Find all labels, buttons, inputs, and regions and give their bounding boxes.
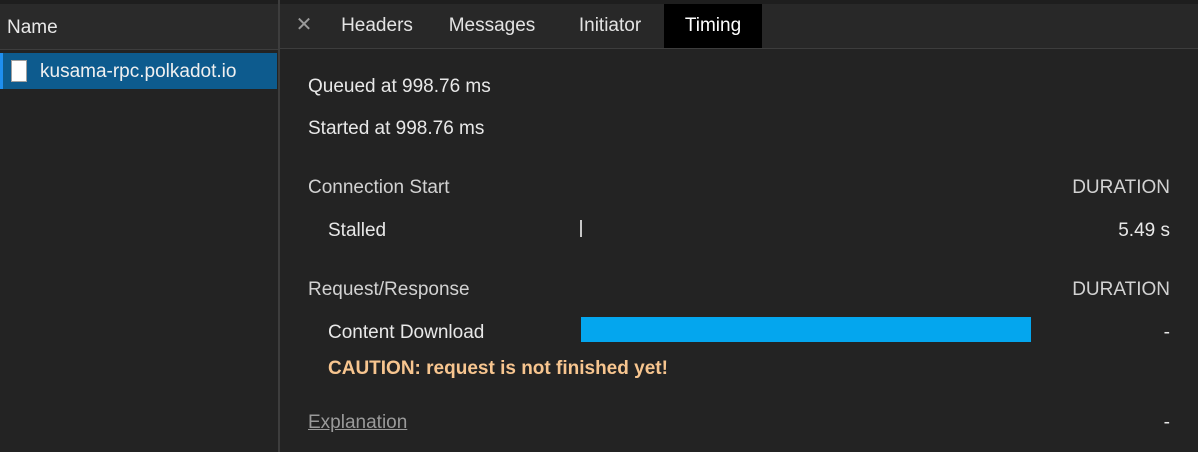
- request-list-panel: Name kusama-rpc.polkadot.io: [0, 0, 278, 452]
- started-at-text: Started at 998.76 ms: [308, 118, 485, 139]
- tab-headers[interactable]: Headers: [322, 4, 432, 48]
- request-details-panel: ✕ Headers Messages Initiator Timing Queu…: [280, 0, 1198, 452]
- stalled-duration: 5.49 s: [1118, 220, 1170, 241]
- request-name[interactable]: kusama-rpc.polkadot.io: [40, 61, 236, 83]
- explanation-value: -: [1163, 412, 1170, 433]
- request-list-header[interactable]: Name: [0, 4, 278, 50]
- content-download-label: Content Download: [328, 322, 485, 343]
- request-row-selected[interactable]: kusama-rpc.polkadot.io: [0, 53, 277, 89]
- tab-messages[interactable]: Messages: [432, 4, 552, 48]
- stalled-label: Stalled: [328, 220, 387, 241]
- timing-content: Queued at 998.76 ms Started at 998.76 ms…: [280, 50, 1198, 452]
- queued-at-text: Queued at 998.76 ms: [308, 76, 491, 97]
- caution-message: CAUTION: request is not finished yet!: [328, 358, 668, 379]
- connection-duration-header: DURATION: [1072, 177, 1170, 198]
- tab-initiator[interactable]: Initiator: [555, 4, 665, 48]
- explanation-link[interactable]: Explanation: [308, 412, 407, 434]
- stalled-bar: [580, 220, 582, 237]
- content-download-bar: [581, 317, 1031, 342]
- document-icon: [11, 60, 27, 82]
- details-tabbar: ✕ Headers Messages Initiator Timing: [280, 4, 1198, 49]
- name-column-header[interactable]: Name: [7, 17, 58, 39]
- tab-timing[interactable]: Timing: [664, 4, 762, 48]
- request-duration-header: DURATION: [1072, 279, 1170, 300]
- connection-start-heading: Connection Start: [308, 177, 450, 198]
- close-icon[interactable]: ✕: [294, 13, 314, 37]
- devtools-network-panel: Name kusama-rpc.polkadot.io ✕ Headers Me…: [0, 0, 1198, 452]
- request-response-heading: Request/Response: [308, 279, 470, 300]
- content-download-duration: -: [1163, 322, 1170, 343]
